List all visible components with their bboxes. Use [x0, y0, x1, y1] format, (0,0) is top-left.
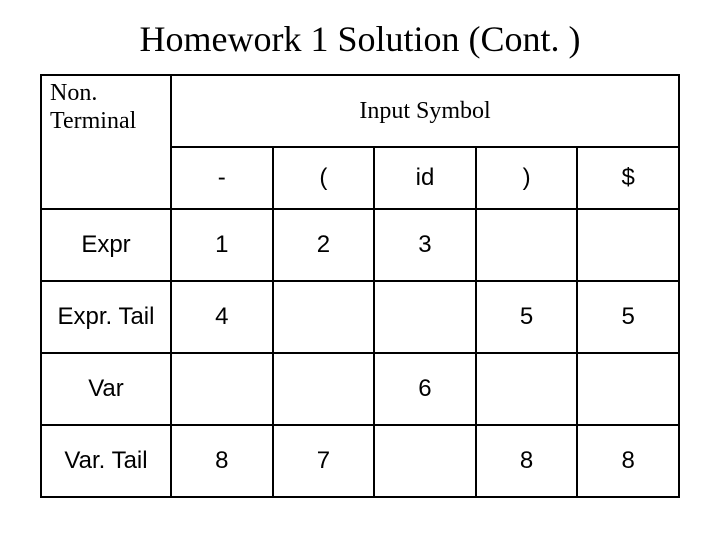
row-label: Expr. Tail [41, 281, 171, 353]
table-cell [476, 209, 578, 281]
table-cell: 3 [374, 209, 476, 281]
input-symbol-header: Input Symbol [171, 75, 679, 147]
table-cell [171, 353, 273, 425]
table-cell [476, 353, 578, 425]
table-cell: 5 [577, 281, 679, 353]
table-cell: 7 [273, 425, 375, 497]
table-cell: 8 [577, 425, 679, 497]
table-cell: 4 [171, 281, 273, 353]
row-label: Var. Tail [41, 425, 171, 497]
header-row-1: Non. Terminal Input Symbol [41, 75, 679, 147]
table-row: Expr. Tail 4 5 5 [41, 281, 679, 353]
row-label: Expr [41, 209, 171, 281]
table-cell: 8 [476, 425, 578, 497]
table-cell: 6 [374, 353, 476, 425]
symbol-cell: ) [476, 147, 578, 209]
table-cell [374, 281, 476, 353]
row-label: Var [41, 353, 171, 425]
table-cell [273, 353, 375, 425]
table-cell [374, 425, 476, 497]
slide: Homework 1 Solution (Cont. ) Non. Termin… [0, 0, 720, 540]
table-cell: 8 [171, 425, 273, 497]
table-cell [577, 353, 679, 425]
table-cell: 2 [273, 209, 375, 281]
page-title: Homework 1 Solution (Cont. ) [40, 18, 680, 60]
table-row: Var 6 [41, 353, 679, 425]
nonterminal-header-line1: Non. [50, 80, 97, 106]
parse-table: Non. Terminal Input Symbol - ( id ) $ Ex… [40, 74, 680, 498]
nonterminal-header-line2: Terminal [50, 108, 136, 134]
table-cell: 5 [476, 281, 578, 353]
table-row: Var. Tail 8 7 8 8 [41, 425, 679, 497]
table-cell: 1 [171, 209, 273, 281]
symbol-cell: - [171, 147, 273, 209]
table-cell [273, 281, 375, 353]
symbol-cell: ( [273, 147, 375, 209]
symbol-cell: $ [577, 147, 679, 209]
nonterminal-header: Non. Terminal [41, 75, 171, 209]
table-row: Expr 1 2 3 [41, 209, 679, 281]
symbol-cell: id [374, 147, 476, 209]
table-cell [577, 209, 679, 281]
